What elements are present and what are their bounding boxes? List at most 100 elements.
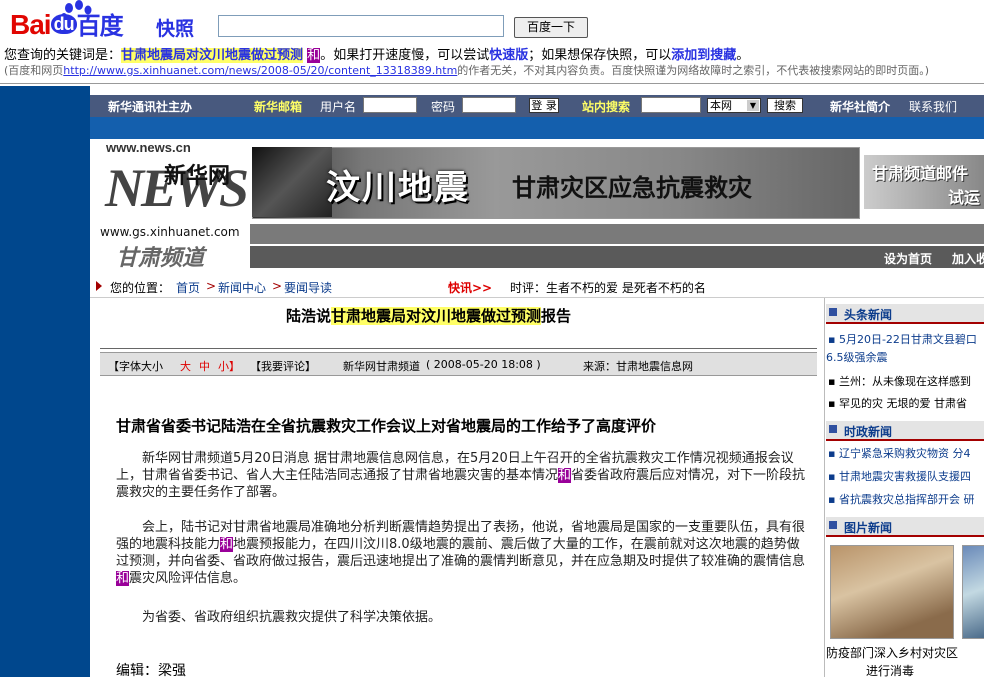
password-input[interactable] <box>462 97 516 113</box>
paragraph-3: 为省委、省政府组织抗震救灾提供了科学决策依据。 <box>116 610 442 625</box>
politics-news-title: 时政新闻 <box>844 425 893 439</box>
paragraph-1: 新华网甘肃频道5月20日消息 据甘肃地震信息网信息，在5月20日上午召开的全省抗… <box>116 450 806 501</box>
keyword-line: 您查询的关键词是：甘肃地震局对汶川地震做过预测 和。如果打开速度慢，可以尝试快速… <box>4 44 749 63</box>
crumb-home[interactable]: 首页 <box>176 279 200 296</box>
font-small-link[interactable]: 小】 <box>218 358 240 374</box>
politics-item-1[interactable]: ▪ 辽宁紧急采购救灾物资 分4 <box>828 445 970 461</box>
article-title: 陆浩说甘肃地震局对汶川地震做过预测报告 <box>286 305 571 326</box>
comment-link[interactable]: 【我要评论】 <box>250 358 316 374</box>
headline-item-2[interactable]: ▪ 兰州：从未像现在这样感到 <box>828 373 971 389</box>
kw-highlight-he: 和 <box>307 48 321 63</box>
fast-version-link[interactable]: 快速版 <box>489 48 528 63</box>
gray-bar-links: 设为首页 加入收 <box>250 246 984 268</box>
search-scope-value: 本网 <box>710 99 732 112</box>
square-bullet-icon <box>829 521 837 529</box>
set-home-link[interactable]: 设为首页 <box>884 250 932 267</box>
disclaimer-line: (百度和网页http://www.gs.xinhuanet.com/news/2… <box>4 62 929 78</box>
logo-url-news: www.news.cn <box>106 140 191 155</box>
p2-highlight-he-2: 和 <box>116 571 130 586</box>
photo-news-image-1[interactable] <box>830 545 954 639</box>
breadcrumb: 您的位置： 首页 > 新闻中心 > 要闻导读 快讯>> 时评：生者不朽的爱 是死… <box>90 275 984 298</box>
contact-link[interactable]: 联系我们 <box>909 98 957 115</box>
add-favorite-site-link[interactable]: 加入收 <box>952 250 984 267</box>
site-search-label: 站内搜索 <box>582 100 631 114</box>
login-button[interactable]: 登 录 <box>529 98 559 113</box>
p1-highlight-he: 和 <box>558 468 572 483</box>
photo-caption-line2[interactable]: 进行消毒 <box>866 662 914 679</box>
banner-title: 汶川地震 <box>326 168 470 208</box>
mail-trial-line2: 试运 <box>948 188 981 207</box>
politics-item-1-text: 辽宁紧急采购救灾物资 分4 <box>838 447 971 460</box>
baidu-search-button[interactable]: 百度一下 <box>514 17 588 38</box>
baidu-logo-du: du <box>50 14 77 34</box>
source-url-link[interactable]: http://www.gs.xinhuanet.com/news/2008-05… <box>63 64 457 77</box>
baidu-logo-cn: 百度 <box>76 13 124 40</box>
editor-line: 编辑：梁强 <box>116 663 186 679</box>
org-label: 新华通讯社主办 <box>108 100 193 114</box>
title-divider <box>100 348 817 349</box>
banner-subtitle: 甘肃灾区应急抗震救灾 <box>512 174 752 202</box>
left-margin <box>0 86 90 677</box>
headline-news-header: 头条新闻 <box>826 304 984 324</box>
font-big-link[interactable]: 大 <box>180 358 191 374</box>
photo-news-header: 图片新闻 <box>826 517 984 537</box>
add-favorite-link[interactable]: 添加到搜藏 <box>671 48 736 63</box>
kw-mid2: ；如果想保存快照，可以 <box>528 48 672 63</box>
kw-mid1: 。如果打开速度慢，可以尝试 <box>320 48 490 63</box>
title-prefix: 陆浩说 <box>286 307 332 325</box>
kw-prefix: 您查询的关键词是： <box>4 48 122 63</box>
mail-trial-line1: 甘肃频道邮件 <box>872 164 969 183</box>
header-divider <box>0 83 984 84</box>
logo-brand: 新华网 <box>164 164 231 189</box>
mail-link[interactable]: 新华邮箱 <box>254 98 302 115</box>
publish-date: ( 2008-05-20 18:08 ) <box>426 358 541 371</box>
baidu-logo[interactable]: Bai du 百度 <box>10 6 140 40</box>
photo-caption-line1[interactable]: 防疫部门深入乡村对灾区 <box>826 644 958 661</box>
article-subhead: 甘肃省省委书记陆浩在全省抗震救灾工作会议上对省地震局的工作给予了高度评价 <box>116 417 657 435</box>
top-nav-bar: 新华通讯社主办 新华邮箱 用户名 密码 登 录 站内搜索 本网 ▼ 搜索 新华社… <box>90 95 984 117</box>
banner-photo <box>252 147 332 217</box>
headline-item-1-text: 5月20日-22日甘肃文县碧口 <box>838 333 977 346</box>
article-info-bar: 【字体大小 大 中 小】 【我要评论】 新华网甘肃频道 ( 2008-05-20… <box>100 352 817 376</box>
site-search-input[interactable] <box>641 97 701 113</box>
blue-strip <box>90 117 984 139</box>
article-source: 来源：甘肃地震信息网 <box>583 360 693 373</box>
site-search-button[interactable]: 搜索 <box>767 98 803 113</box>
paragraph-2: 会上，陆书记对甘肃省地震局准确地分析判断震情趋势提出了表扬，他说，省地震局是国家… <box>116 519 806 587</box>
headline-news-title: 头条新闻 <box>844 308 893 322</box>
politics-item-3[interactable]: ▪ 省抗震救灾总指挥部开会 研 <box>828 491 974 507</box>
kw-highlight-main: 甘肃地震局对汶川地震做过预测 <box>121 48 304 63</box>
headline-item-3-text: 罕见的灾 无垠的爱 甘肃省 <box>838 397 967 410</box>
chevron-down-icon: ▼ <box>747 100 759 111</box>
username-label: 用户名 <box>320 100 357 114</box>
password-label: 密码 <box>431 100 456 114</box>
news-ticker[interactable]: 时评：生者不朽的爱 是死者不朽的名 <box>510 279 706 296</box>
baidu-search-input[interactable] <box>218 15 504 37</box>
snapshot-label: 快照 <box>156 18 195 40</box>
photo-news-image-2[interactable] <box>962 545 984 639</box>
username-input[interactable] <box>363 97 417 113</box>
baidu-logo-bai: Bai <box>10 9 52 40</box>
font-size-label: 【字体大小 <box>108 360 163 373</box>
logo-url-gs: www.gs.xinhuanet.com <box>100 225 240 239</box>
square-bullet-icon <box>829 308 837 316</box>
headline-item-1-cont[interactable]: 6.5级强余震 <box>826 349 888 365</box>
crumb-sep-icon: > <box>272 279 283 293</box>
crumb-news-center[interactable]: 新闻中心 <box>218 279 266 296</box>
xinhua-intro-link[interactable]: 新华社简介 <box>830 98 890 115</box>
location-label: 您的位置： <box>110 281 171 295</box>
politics-item-2-text: 甘肃地震灾害救援队支援四 <box>838 470 971 483</box>
font-mid-link[interactable]: 中 <box>199 358 210 374</box>
search-scope-select[interactable]: 本网 ▼ <box>707 98 761 113</box>
logo-channel: 甘肃频道 <box>116 246 205 271</box>
flash-label: 快讯>> <box>448 281 493 295</box>
crumb-guide[interactable]: 要闻导读 <box>284 279 332 296</box>
note-prefix: (百度和网页 <box>4 64 64 77</box>
politics-item-2[interactable]: ▪ 甘肃地震灾害救援队支援四 <box>828 468 971 484</box>
headline-item-3[interactable]: ▪ 罕见的灾 无垠的爱 甘肃省 <box>828 395 967 411</box>
headline-item-1[interactable]: ▪ 5月20日-22日甘肃文县碧口 <box>828 331 977 347</box>
title-highlight: 甘肃地震局对汶川地震做过预测 <box>331 307 542 325</box>
square-bullet-icon <box>829 425 837 433</box>
note-suffix: 的作者无关，不对其内容负责。百度快照谨为网络故障时之索引，不代表被搜索网站的即时… <box>457 64 930 77</box>
headline-item-2-text: 兰州：从未像现在这样感到 <box>838 375 971 388</box>
